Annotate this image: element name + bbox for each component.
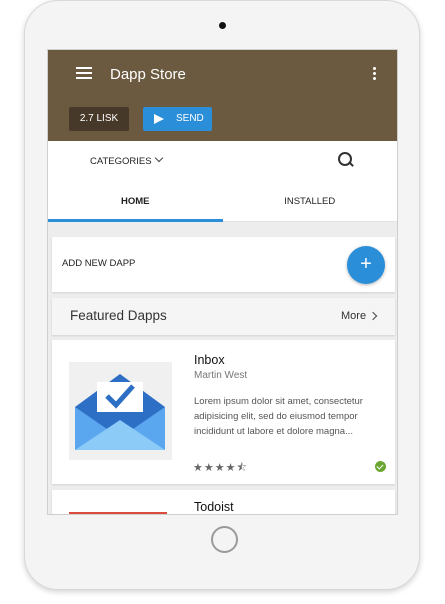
featured-header: Featured Dapps More — [52, 298, 395, 335]
add-dapp-label: ADD NEW DAPP — [62, 258, 136, 269]
app-author: Martin West — [194, 370, 248, 381]
app-name: Todoist — [194, 500, 234, 514]
send-icon — [154, 114, 164, 124]
send-label: SEND — [176, 113, 204, 124]
balance-badge: 2.7 LISK — [69, 107, 129, 131]
tab-bar: HOME INSTALLED — [48, 181, 397, 222]
featured-title: Featured Dapps — [70, 308, 167, 323]
tab-installed[interactable]: INSTALLED — [223, 181, 398, 222]
categories-label: CATEGORIES — [90, 156, 152, 167]
add-dapp-card[interactable]: ADD NEW DAPP + — [52, 237, 395, 292]
app-name: Inbox — [194, 353, 225, 367]
app-description: Lorem ipsum dolor sit amet, consectetur … — [194, 396, 363, 437]
chevron-right-icon[interactable] — [368, 311, 378, 321]
hamburger-menu-icon[interactable] — [76, 67, 92, 79]
camera-dot — [219, 22, 226, 29]
app-card-todoist[interactable]: Todoist — [52, 490, 395, 514]
star-rating: ★★★★⯪ — [193, 462, 248, 474]
app-bar: Dapp Store 2.7 LISK SEND — [48, 50, 397, 141]
todoist-icon — [69, 512, 167, 514]
send-button[interactable]: SEND — [143, 107, 212, 131]
add-icon[interactable]: + — [347, 246, 385, 284]
search-icon[interactable] — [338, 152, 354, 168]
filter-toolbar: CATEGORIES — [48, 141, 397, 181]
inbox-envelope-icon — [69, 362, 172, 460]
tab-home[interactable]: HOME — [48, 181, 223, 222]
app-card-inbox[interactable]: Inbox Martin West Lorem ipsum dolor sit … — [52, 340, 395, 484]
more-link[interactable]: More — [341, 310, 366, 322]
app-title: Dapp Store — [110, 66, 186, 83]
app-screen: Dapp Store 2.7 LISK SEND CATEGORIES HOME… — [47, 49, 398, 515]
categories-dropdown[interactable]: CATEGORIES — [90, 156, 152, 167]
installed-check-icon — [375, 461, 386, 472]
more-vert-icon[interactable] — [373, 67, 377, 82]
chevron-down-icon[interactable] — [154, 153, 164, 163]
home-button[interactable] — [211, 526, 238, 553]
